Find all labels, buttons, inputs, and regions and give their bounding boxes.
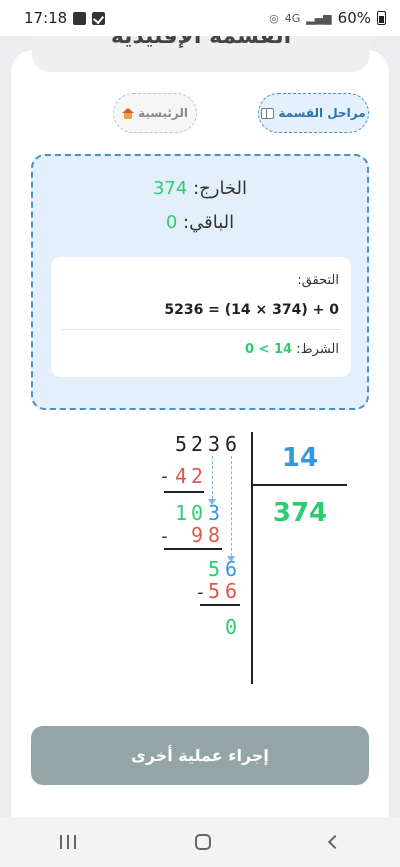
status-right: ◎ 4G ▂▄▆ 60% — [269, 9, 386, 27]
quotient-line: الخارج: 374 — [33, 178, 367, 199]
battery-percent: 60% — [337, 9, 371, 27]
hotspot-icon: ◎ — [269, 11, 279, 25]
home-icon[interactable] — [194, 834, 211, 850]
system-nav-bar — [0, 817, 400, 867]
remainder-value: 0 — [165, 212, 178, 233]
verify-label: التحقق: — [297, 273, 339, 288]
signal-icon: ▂▄▆ — [306, 11, 332, 25]
division-steps-label: مراحل القسمة — [278, 106, 366, 120]
verify-equation: 5236 = (14 × 374) + 0 — [164, 302, 339, 318]
title-bar: القسمة الإقليدية — [32, 36, 370, 72]
remainder-label: الباقي: — [183, 212, 235, 233]
house-icon — [122, 107, 135, 119]
verification-card: التحقق: 5236 = (14 × 374) + 0 الشرط: 0 <… — [51, 257, 351, 377]
check-notification-icon — [92, 11, 106, 25]
remainder-line: الباقي: 0 — [33, 212, 367, 233]
clock: 17:18 — [24, 9, 68, 27]
battery-icon — [377, 11, 386, 25]
gallery-notification-icon — [73, 11, 87, 25]
new-operation-button[interactable]: إجراء عملية أخرى — [31, 726, 369, 785]
quotient-value: 374 — [152, 178, 188, 199]
result-panel: الخارج: 374 الباقي: 0 التحقق: 5236 = (14… — [31, 154, 369, 410]
book-icon — [261, 107, 275, 119]
status-bar: 17:18 ◎ 4G ▂▄▆ 60% — [0, 0, 400, 36]
recents-icon[interactable] — [59, 835, 76, 849]
condition-line: الشرط: 0 < 14 — [245, 342, 339, 357]
network-type: 4G — [284, 11, 301, 25]
page-title: القسمة الإقليدية — [110, 36, 292, 49]
back-icon[interactable] — [328, 834, 343, 850]
home-button[interactable]: الرئيسية — [113, 93, 197, 133]
condition-value: 0 < 14 — [245, 342, 293, 357]
division-steps-button[interactable]: مراحل القسمة — [258, 93, 369, 133]
condition-label: الشرط: — [296, 342, 339, 357]
home-label: الرئيسية — [138, 106, 188, 120]
quotient-label: الخارج: — [193, 178, 248, 199]
status-left: 17:18 — [24, 9, 106, 27]
new-operation-label: إجراء عملية أخرى — [131, 746, 269, 765]
verify-divider — [61, 329, 341, 330]
